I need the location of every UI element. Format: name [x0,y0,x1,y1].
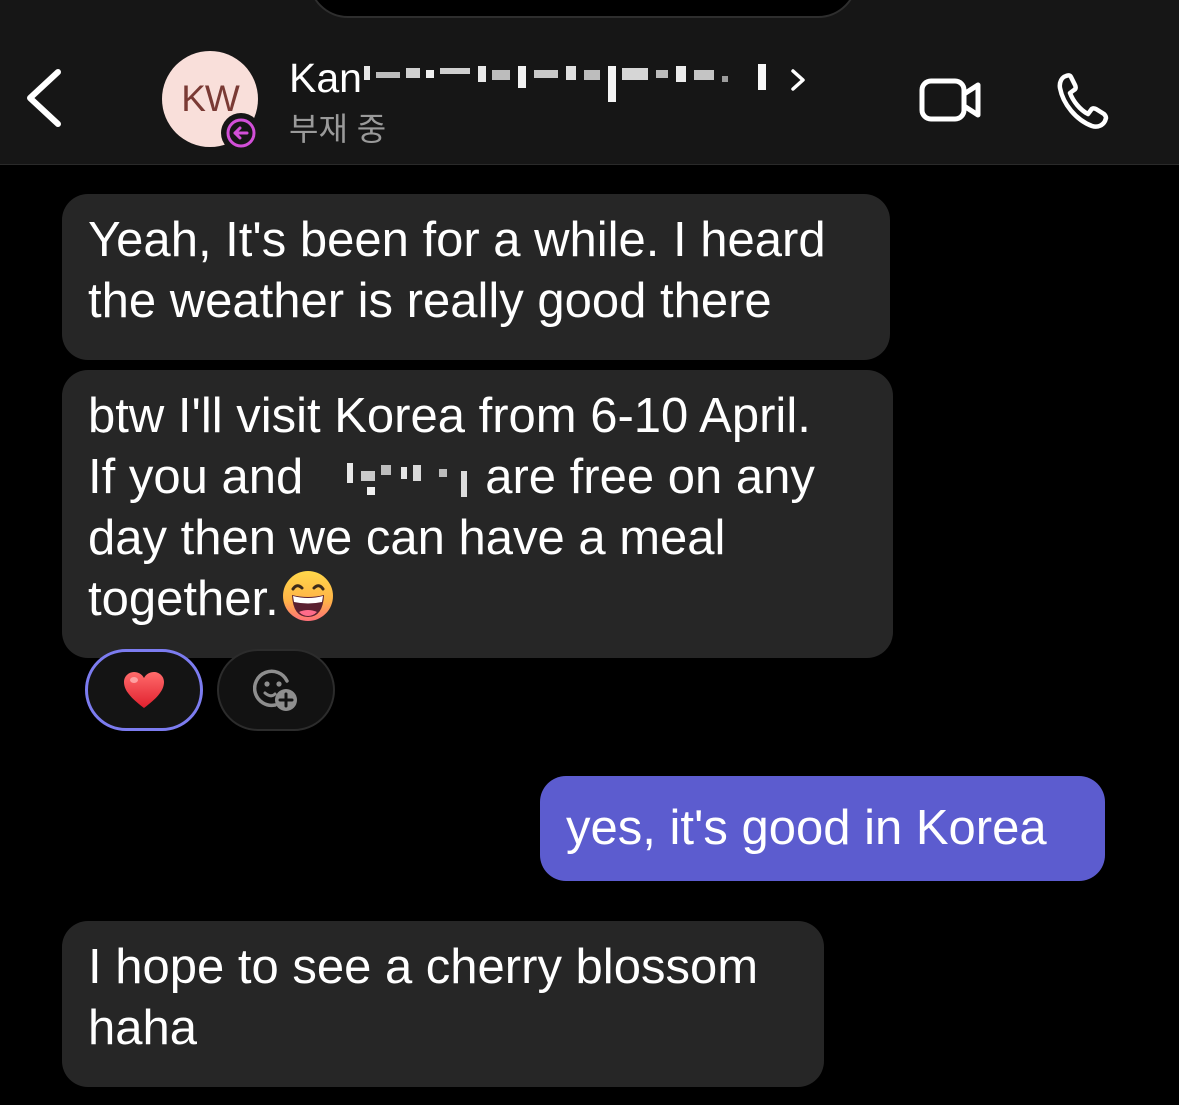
message-text-line: together. [88,569,867,630]
text-redaction [347,463,468,497]
message-text-fragment: together. [88,572,279,626]
message-text-line: yes, it's good in Korea [566,801,1047,855]
contact-status: 부재 중 [289,111,387,147]
arrow-left-circle-icon [226,118,256,148]
reaction-heart-button[interactable] [85,649,203,731]
add-reaction-icon [253,669,297,711]
chat-header: KW Kan 부재 중 [0,0,1179,165]
heart-icon [124,672,164,708]
device-notch [308,0,858,18]
video-call-button[interactable] [918,75,984,125]
add-reaction-button[interactable] [217,649,335,731]
message-text-fragment: If you and [88,450,304,504]
message-text-fragment: are free on any [485,450,815,504]
contact-name[interactable]: Kan [289,55,362,102]
chevron-right-icon[interactable] [787,63,809,97]
voice-call-button[interactable] [1056,70,1110,130]
back-button[interactable] [18,62,78,134]
message-bubble-outgoing[interactable]: yes, it's good in Korea [540,776,1105,881]
phone-icon [1057,73,1109,129]
message-text-line: I hope to see a cherry blossom [88,940,759,994]
name-redaction [364,64,766,102]
message-bubble-incoming[interactable]: Yeah, It's been for a while. I heard the… [62,194,890,360]
avatar-initials: KW [181,78,240,119]
message-text-line: btw I'll visit Korea from 6-10 April. [88,389,811,443]
chevron-left-icon [27,69,61,127]
video-camera-icon [919,78,981,122]
message-text-line: haha [88,1001,198,1055]
message-bubble-incoming[interactable]: btw I'll visit Korea from 6-10 April. If… [62,370,893,658]
status-badge [221,113,261,153]
message-text-line: Yeah, It's been for a while. I heard [88,213,826,267]
grinning-squinting-face-icon [282,571,333,621]
message-bubble-incoming[interactable]: I hope to see a cherry blossom haha [62,921,824,1087]
message-text-line: day then we can have a meal [88,511,726,565]
message-text-line: If you and are free on any [88,447,867,508]
message-text-line: the weather is really good there [88,274,772,328]
